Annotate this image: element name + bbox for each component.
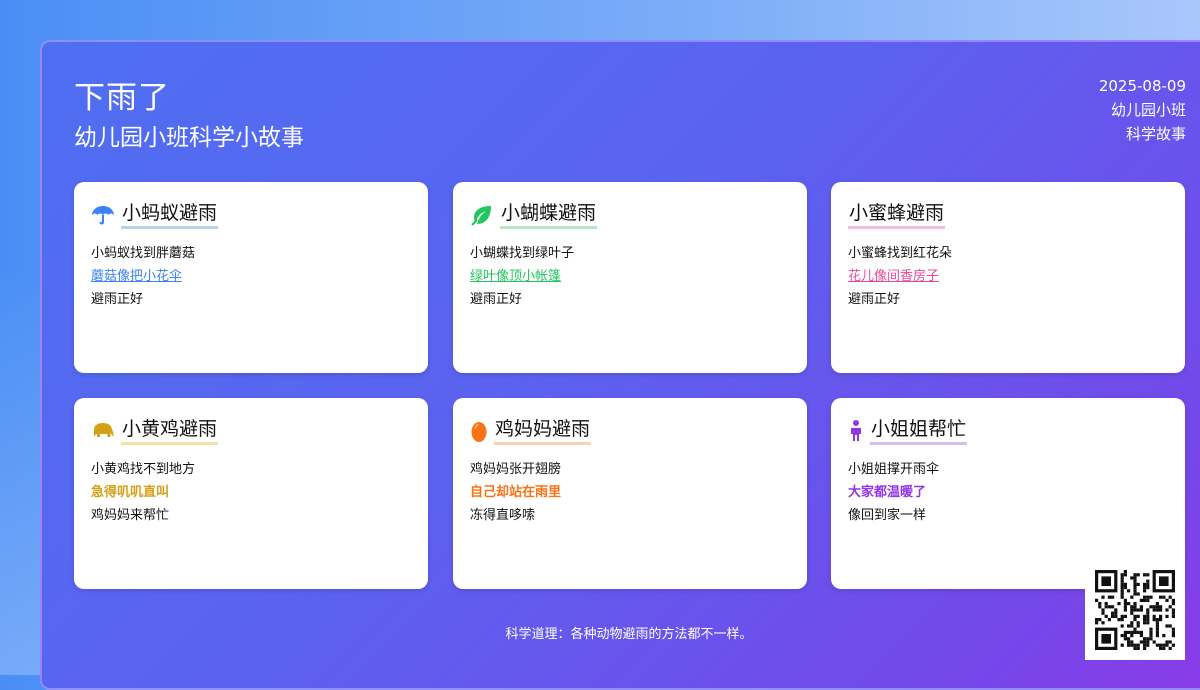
person-icon xyxy=(851,420,861,441)
qr-code-image xyxy=(1095,570,1175,650)
card-header: 鸡妈妈避雨 xyxy=(470,416,791,446)
card-title: 小蚂蚁避雨 xyxy=(121,201,219,229)
card-header: 小姐姐帮忙 xyxy=(848,416,1169,446)
card-header: 小黄鸡避雨 xyxy=(91,416,412,446)
story-line: 小蝴蝶找到绿叶子 xyxy=(470,246,575,261)
card-title: 小黄鸡避雨 xyxy=(121,417,219,445)
story-line: 避雨正好 xyxy=(91,292,144,307)
story-card-ant: 小蚂蚁避雨 小蚂蚁找到胖蘑菇 蘑菇像把小花伞 避雨正好 xyxy=(74,182,428,373)
card-title: 小蜜蜂避雨 xyxy=(848,201,946,229)
story-line: 像回到家一样 xyxy=(848,508,927,523)
story-line: 小蜜蜂找到红花朵 xyxy=(848,246,953,261)
card-body: 鸡妈妈张开翅膀 自己却站在雨里 冻得直哆嗦 xyxy=(470,458,791,527)
story-line: 鸡妈妈来帮忙 xyxy=(91,508,170,523)
story-line: 小蚂蚁找到胖蘑菇 xyxy=(91,246,196,261)
story-card-chick: 小黄鸡避雨 小黄鸡找不到地方 急得叽叽直叫 鸡妈妈来帮忙 xyxy=(74,398,428,589)
story-highlight: 自己却站在雨里 xyxy=(470,485,562,500)
page-title: 下雨了 xyxy=(74,80,170,116)
page-subtitle: 幼儿园小班科学小故事 xyxy=(74,125,304,151)
card-body: 小蜜蜂找到红花朵 花儿像间香房子 避雨正好 xyxy=(848,242,1169,311)
card-title: 鸡妈妈避雨 xyxy=(494,417,592,445)
story-highlight: 大家都温暖了 xyxy=(848,485,927,500)
story-link[interactable]: 绿叶像顶小帐篷 xyxy=(470,265,791,288)
card-body: 小蝴蝶找到绿叶子 绿叶像顶小帐篷 避雨正好 xyxy=(470,242,791,311)
story-link[interactable]: 花儿像间香房子 xyxy=(848,265,1169,288)
story-link[interactable]: 蘑菇像把小花伞 xyxy=(91,265,412,288)
story-line: 冻得直哆嗦 xyxy=(470,508,536,523)
qr-code[interactable] xyxy=(1085,560,1185,660)
story-line: 小姐姐撑开雨伞 xyxy=(848,462,940,477)
leaf-icon xyxy=(471,206,491,226)
card-header: 小蚂蚁避雨 xyxy=(91,200,412,230)
story-line: 小黄鸡找不到地方 xyxy=(91,462,196,477)
story-line: 避雨正好 xyxy=(470,292,523,307)
story-line: 避雨正好 xyxy=(848,292,901,307)
card-title: 小蝴蝶避雨 xyxy=(500,201,598,229)
story-card-hen: 鸡妈妈避雨 鸡妈妈张开翅膀 自己却站在雨里 冻得直哆嗦 xyxy=(453,398,807,589)
meta-info: 2025-08-09 幼儿园小班 科学故事 xyxy=(1099,74,1186,146)
date-label: 2025-08-09 xyxy=(1098,77,1186,95)
card-header: 小蝴蝶避雨 xyxy=(470,200,791,230)
category-label: 科学故事 xyxy=(1125,125,1186,143)
umbrella-icon xyxy=(92,206,114,225)
story-card-bee: 小蜜蜂避雨 小蜜蜂找到红花朵 花儿像间香房子 避雨正好 xyxy=(831,182,1185,373)
card-body: 小姐姐撑开雨伞 大家都温暖了 像回到家一样 xyxy=(848,458,1169,527)
story-highlight: 急得叽叽直叫 xyxy=(91,485,170,500)
card-header: 小蜜蜂避雨 xyxy=(848,200,1169,230)
story-line: 鸡妈妈张开翅膀 xyxy=(470,462,562,477)
card-title: 小姐姐帮忙 xyxy=(870,417,968,445)
footer-note: 科学道理：各种动物避雨的方法都不一样。 xyxy=(505,627,753,642)
story-card-butterfly: 小蝴蝶避雨 小蝴蝶找到绿叶子 绿叶像顶小帐篷 避雨正好 xyxy=(453,182,807,373)
card-body: 小蚂蚁找到胖蘑菇 蘑菇像把小花伞 避雨正好 xyxy=(91,242,412,311)
class-label: 幼儿园小班 xyxy=(1110,101,1186,119)
elephant-icon xyxy=(94,423,114,437)
egg-icon xyxy=(471,422,487,442)
card-body: 小黄鸡找不到地方 急得叽叽直叫 鸡妈妈来帮忙 xyxy=(91,458,412,527)
